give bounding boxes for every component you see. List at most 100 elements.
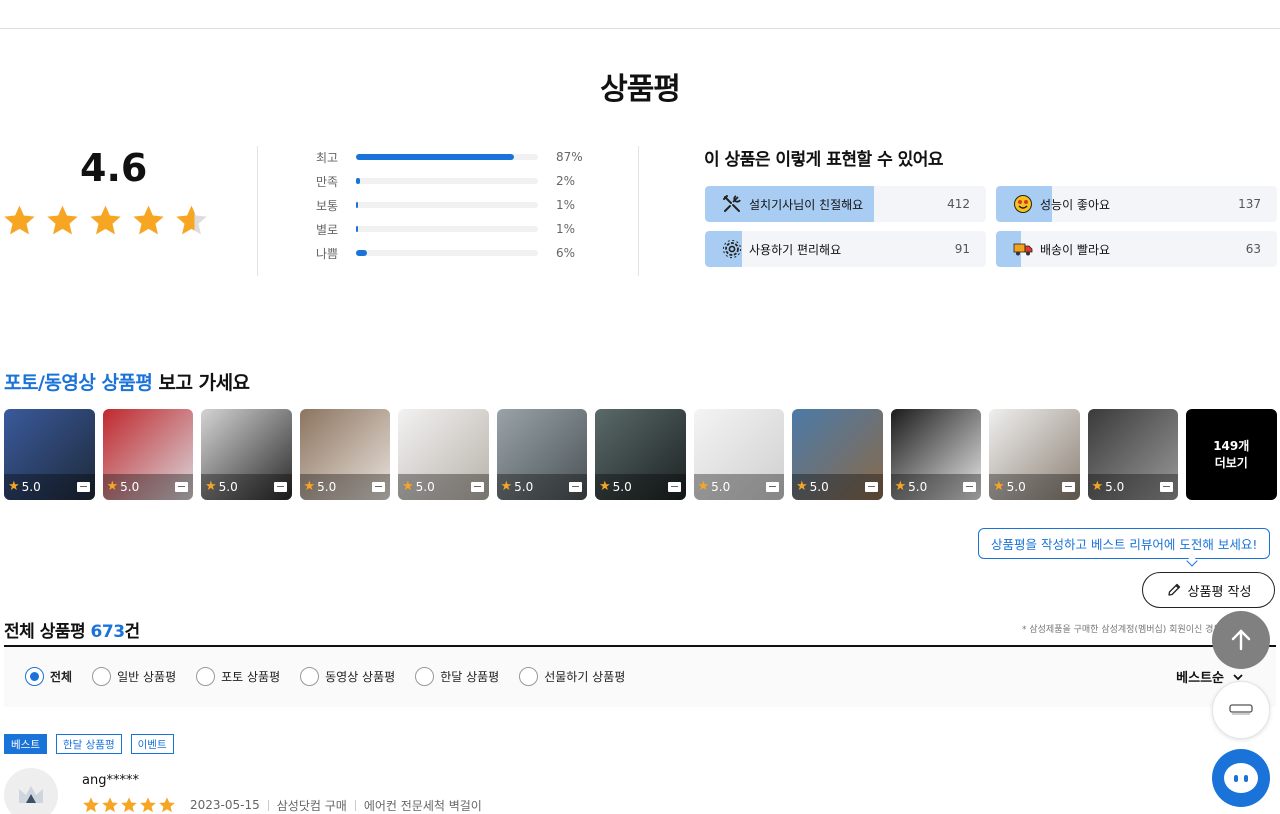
distribution-row: 별로 1%	[316, 217, 596, 241]
more-photos-label: 더보기	[1214, 455, 1248, 470]
rating-distribution: 최고 87% 만족 2% 보통 1% 별로 1% 나쁨 6%	[316, 145, 596, 265]
review-text-icon	[175, 482, 188, 492]
radio-button[interactable]	[519, 667, 539, 686]
avatar	[4, 768, 58, 814]
photo-thumbnail[interactable]: ★ 5.0	[1087, 409, 1178, 500]
thumbnail-rating: ★ 5.0	[993, 479, 1026, 494]
review-tags: 베스트 한달 상품평 이벤트	[4, 734, 174, 754]
thumbnail-rating-value: 5.0	[809, 479, 829, 494]
filter-bar: 전체 일반 상품평 포토 상품평 동영상 상품평 한달 상품평 선물하기 상품평 베스트순	[4, 647, 1276, 707]
expression-count: 63	[1245, 242, 1261, 256]
expression-label: 사용하기 편리해요	[749, 242, 842, 257]
thumbnail-rating: ★ 5.0	[599, 479, 632, 494]
review-tag: 한달 상품평	[55, 734, 122, 754]
star-icon: ★	[1091, 479, 1104, 494]
thumbnail-rating: ★ 5.0	[796, 479, 829, 494]
radio-button[interactable]	[300, 667, 320, 686]
review-date: 2023-05-15	[190, 798, 260, 812]
photo-thumbnail[interactable]: ★ 5.0	[4, 409, 95, 500]
photo-thumbnail[interactable]: ★ 5.0	[792, 409, 883, 500]
distribution-percent: 1%	[556, 198, 576, 212]
chatbot-icon	[1224, 763, 1258, 793]
thumbnail-rating: ★ 5.0	[304, 479, 337, 494]
radio-button[interactable]	[415, 667, 435, 686]
sort-label: 베스트순	[1176, 671, 1224, 686]
star-icon: ★	[205, 479, 217, 494]
expressions-grid: 설치기사님이 친절해요 412 성능이 좋아요 137 사용하기 편리해요 91…	[705, 186, 1277, 267]
distribution-percent: 6%	[556, 246, 576, 260]
photo-thumbnail[interactable]: ★ 5.0	[201, 409, 292, 500]
tools-icon	[721, 193, 743, 215]
distribution-bar	[356, 202, 538, 208]
expression-item[interactable]: 성능이 좋아요 137	[996, 186, 1277, 222]
meta-separator	[354, 799, 356, 811]
star-icon: ★	[500, 479, 513, 494]
distribution-row: 만족 2%	[316, 169, 596, 193]
chatbot-button[interactable]	[1212, 749, 1270, 807]
filter-option[interactable]: 선물하기 상품평	[519, 667, 625, 686]
more-photos-count: 149개	[1213, 438, 1250, 453]
air-conditioner-icon	[1229, 704, 1253, 715]
radio-button[interactable]	[196, 667, 216, 686]
distribution-row: 보통 1%	[316, 193, 596, 217]
expression-count: 412	[947, 197, 970, 211]
distribution-label: 별로	[316, 222, 339, 237]
distribution-bar-fill	[356, 202, 358, 208]
review-text-icon	[470, 482, 484, 492]
star-icon: ★	[796, 479, 808, 494]
photo-thumbnail[interactable]: ★ 5.0	[496, 409, 587, 500]
filter-label: 전체	[50, 670, 73, 684]
review-text-icon	[569, 482, 582, 492]
photo-thumbnail[interactable]: ★ 5.0	[890, 409, 981, 500]
page-title: 상품평	[600, 72, 681, 107]
filter-option[interactable]: 전체	[25, 667, 72, 686]
expression-item[interactable]: 설치기사님이 친절해요 412	[705, 186, 986, 222]
star-icon: ★	[993, 479, 1005, 494]
photo-section-rest: 보고 가세요	[152, 372, 251, 394]
photo-thumbnail[interactable]: ★ 5.0	[595, 409, 686, 500]
photo-thumbnail[interactable]: ★ 5.0	[299, 409, 390, 500]
filter-option[interactable]: 일반 상품평	[92, 667, 176, 686]
promo-tooltip: 상품평을 작성하고 베스트 리뷰어에 도전해 보세요!	[978, 528, 1271, 559]
delivery-truck-icon	[1012, 238, 1034, 260]
all-reviews-title: 전체 상품평 673건	[4, 617, 140, 642]
star-icon: ★	[697, 479, 710, 494]
photo-thumbnail[interactable]: ★ 5.0	[398, 409, 489, 500]
photo-thumbnail[interactable]: ★ 5.0	[693, 409, 784, 500]
star-icon: ★	[894, 479, 907, 494]
radio-button[interactable]	[25, 667, 44, 686]
photo-thumbnail[interactable]: ★ 5.0	[102, 409, 193, 500]
distribution-bar	[356, 154, 538, 160]
filter-option[interactable]: 한달 상품평	[415, 667, 499, 686]
review-text-icon	[76, 482, 90, 492]
photo-thumbnail[interactable]: ★ 5.0	[989, 409, 1080, 500]
filter-option[interactable]: 포토 상품평	[196, 667, 280, 686]
expression-label: 배송이 빨라요	[1040, 242, 1111, 257]
filter-label: 한달 상품평	[440, 670, 500, 684]
reviewer-name: ang*****	[82, 773, 139, 788]
crown-icon	[19, 786, 43, 803]
thumbnail-rating: ★ 5.0	[895, 479, 928, 494]
top-divider	[0, 28, 1280, 29]
distribution-label: 최고	[316, 150, 339, 165]
review-text-icon	[1160, 482, 1173, 492]
expression-item[interactable]: 배송이 빨라요 63	[996, 231, 1277, 267]
photo-thumbnails: ★ 5.0 ★ 5.0 ★ 5.0 ★ 5.0 ★ 5.0 ★ 5.0 ★ 5.0 ★ 5.0 ★ 5.0 ★ 5.0…	[4, 409, 1277, 500]
air-conditioner-button[interactable]	[1212, 681, 1270, 739]
review-text-icon	[766, 482, 779, 492]
scroll-top-button[interactable]	[1212, 611, 1270, 669]
star-icon	[159, 797, 175, 813]
thumbnail-rating: ★ 5.0	[205, 479, 238, 494]
review-meta: 2023-05-15 삼성닷컴 구매 에어컨 전문세척 벽걸이	[82, 796, 482, 814]
distribution-bar	[356, 178, 538, 184]
thumbnail-rating-value: 5.0	[317, 479, 337, 494]
distribution-label: 보통	[316, 198, 339, 213]
photo-section-title: 포토/동영상 상품평 보고 가세요	[4, 368, 250, 395]
summary-divider	[638, 146, 639, 276]
filter-option[interactable]: 동영상 상품평	[300, 667, 395, 686]
expression-item[interactable]: 사용하기 편리해요 91	[705, 231, 986, 267]
write-review-button[interactable]: 상품평 작성	[1142, 572, 1275, 608]
star-icon	[121, 797, 137, 813]
radio-button[interactable]	[92, 667, 112, 686]
more-photos-button[interactable]: 149개더보기	[1186, 409, 1277, 500]
